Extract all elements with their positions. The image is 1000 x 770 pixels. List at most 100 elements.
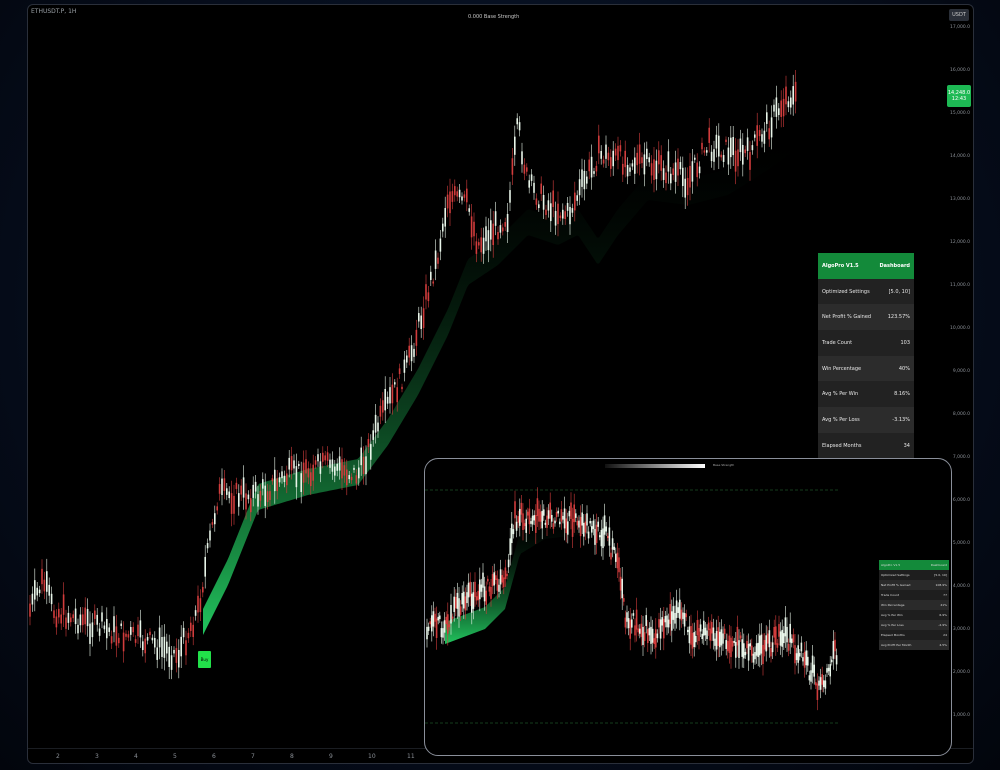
- candle-body: [386, 396, 389, 404]
- candle-body: [538, 508, 540, 522]
- candle-body: [592, 520, 595, 530]
- candle-body: [254, 481, 257, 492]
- candles: [426, 487, 838, 711]
- candle-body: [451, 616, 454, 619]
- candle-body: [720, 154, 722, 158]
- candle-body: [485, 590, 487, 605]
- candle-body: [168, 646, 170, 667]
- candle-body: [783, 633, 785, 644]
- candle-body: [539, 511, 542, 522]
- candle-body: [442, 223, 444, 232]
- candle-body: [746, 640, 748, 649]
- candle-body: [314, 460, 317, 465]
- candle-body: [611, 538, 614, 550]
- candle-body: [401, 386, 403, 390]
- candle-body: [787, 643, 790, 651]
- candle-body: [130, 626, 132, 635]
- candle-body: [562, 515, 564, 520]
- candle-body: [506, 573, 508, 577]
- candle-body: [247, 494, 250, 500]
- candle-body: [467, 582, 470, 598]
- inset-price-chart[interactable]: [425, 459, 951, 755]
- candle-body: [317, 454, 319, 462]
- candle-body: [46, 571, 48, 592]
- candle-body: [768, 630, 771, 648]
- dashboard-label: AlgoPro V1.5: [881, 563, 901, 567]
- candle-body: [440, 628, 443, 638]
- candle-body: [714, 638, 716, 646]
- candle-body: [362, 456, 365, 475]
- time-tick: 10: [368, 753, 376, 760]
- price-tick: 5,000.0: [952, 541, 970, 546]
- time-tick: 4: [134, 753, 138, 760]
- candle-body: [795, 653, 798, 661]
- candle-body: [72, 614, 74, 619]
- candle-body: [475, 596, 478, 601]
- inset-chart-panel[interactable]: Base Strength AlgoPro V1.5 Dashboard Optim…: [424, 458, 952, 756]
- candle-body: [751, 145, 754, 151]
- candle-body: [664, 616, 667, 623]
- indicator-title: 0.000 Base Strength: [468, 14, 520, 20]
- candle-body: [448, 624, 451, 628]
- time-tick: 8: [290, 753, 294, 760]
- candle-body: [91, 622, 94, 638]
- candle-body: [679, 162, 682, 170]
- candle-body: [807, 656, 809, 666]
- candle-body: [365, 456, 367, 475]
- candle-body: [470, 216, 473, 238]
- candle-body: [627, 618, 630, 629]
- candle-body: [583, 522, 585, 537]
- candle-body: [146, 637, 149, 641]
- dashboard-row: AlgoPro V1.5 Dashboard: [879, 560, 949, 570]
- candle-body: [103, 625, 106, 630]
- candle-body: [672, 168, 674, 175]
- candle-body: [480, 584, 483, 592]
- candle-body: [432, 611, 435, 627]
- candle-body: [498, 584, 500, 592]
- candle-body: [653, 638, 655, 645]
- candle-body: [760, 634, 763, 654]
- candle-body: [727, 147, 730, 165]
- dashboard-value: 41%: [940, 603, 947, 607]
- candle-body: [679, 599, 681, 619]
- candle-body: [570, 502, 572, 520]
- candle-body: [709, 628, 711, 641]
- symbol-label[interactable]: ETHUSDT.P, 1H: [31, 8, 76, 15]
- candle-body: [541, 510, 543, 529]
- candle-body: [757, 642, 759, 658]
- candle-body: [182, 627, 185, 638]
- candle-body: [173, 649, 175, 654]
- candle-body: [827, 667, 830, 672]
- candle-body: [698, 628, 700, 641]
- candle-body: [834, 639, 836, 652]
- candle-body: [589, 521, 591, 524]
- candle-body: [525, 518, 527, 533]
- candle-body: [725, 139, 727, 142]
- candle-body: [187, 632, 190, 639]
- candle-body: [642, 626, 644, 645]
- candle-body: [202, 586, 204, 593]
- candle-body: [429, 621, 431, 625]
- candle-body: [29, 603, 31, 617]
- candle-body: [607, 535, 609, 539]
- candle-body: [547, 510, 550, 519]
- candle-body: [456, 191, 458, 197]
- candle-body: [581, 512, 583, 526]
- candle-body: [778, 624, 780, 637]
- candle-body: [701, 633, 703, 640]
- candle-body: [691, 161, 694, 182]
- candle-body: [723, 628, 726, 635]
- candle-body: [660, 155, 662, 171]
- candle-body: [810, 670, 812, 682]
- candle-body: [427, 626, 430, 631]
- candle-body: [695, 635, 697, 643]
- time-tick: 7: [251, 753, 255, 760]
- currency-button[interactable]: USDT: [949, 9, 969, 21]
- candle-body: [699, 624, 702, 632]
- candle-body: [41, 568, 43, 585]
- candle-body: [185, 640, 187, 656]
- candle-body: [703, 150, 706, 153]
- candle-body: [559, 521, 561, 525]
- candle-body: [118, 637, 120, 644]
- candle-body: [612, 150, 614, 167]
